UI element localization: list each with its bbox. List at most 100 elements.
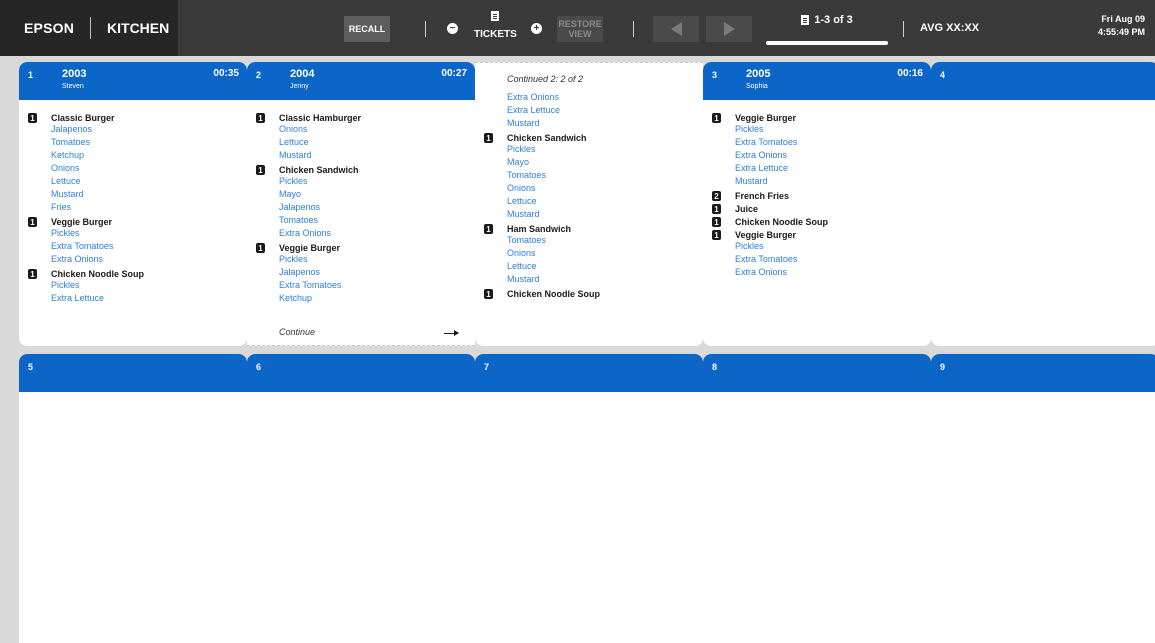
item-modifier: Pickles xyxy=(51,228,80,238)
average-time: AVG XX:XX xyxy=(920,22,980,34)
item-modifier: Pickles xyxy=(279,254,308,264)
current-date: Fri Aug 09 xyxy=(1101,14,1145,24)
item-modifier: Extra Onions xyxy=(735,267,788,277)
ticket-header: 7 xyxy=(475,354,703,392)
elapsed-time: 00:16 xyxy=(897,68,923,79)
ticket-items: 1 Classic Burger Jalapenos Tomatoes Ketchup O… xyxy=(19,100,247,305)
previous-page-button[interactable] xyxy=(653,16,699,42)
item-modifier: Mustard xyxy=(51,189,84,199)
item-modifier: Fries xyxy=(51,202,71,212)
ticket-items: Extra Onions Extra Lettuce Mustard 1 Chicken… xyxy=(475,91,703,299)
item-modifier: Tomatoes xyxy=(507,235,547,245)
order-item[interactable]: 1 Ham Sandwich xyxy=(484,224,694,234)
quantity-badge: 1 xyxy=(484,224,493,234)
order-item[interactable]: 1 Classic Hamburger xyxy=(256,113,466,123)
ticket-card-continued[interactable]: Continued 2: 2 of 2 Extra Onions Extra Le… xyxy=(475,62,703,346)
item-modifier: Extra Lettuce xyxy=(507,105,561,115)
item-modifier: Extra Lettuce xyxy=(51,293,105,303)
order-item[interactable]: 1 Chicken Sandwich xyxy=(256,165,466,175)
item-modifier: Mayo xyxy=(507,157,530,167)
recall-button[interactable]: RECALL xyxy=(344,16,390,42)
order-item[interactable]: 1 Chicken Noodle Soup xyxy=(484,289,694,299)
item-name: Chicken Noodle Soup xyxy=(51,269,145,279)
ticket-position: 7 xyxy=(484,362,490,372)
item-modifier: Pickles xyxy=(735,241,764,251)
item-modifier: Pickles xyxy=(51,280,80,290)
page-icon xyxy=(801,15,810,25)
empty-ticket-slot[interactable]: 9 xyxy=(931,354,1155,643)
ticket-card[interactable]: 3 2005 Sophia 00:16 1 Veggie Burger Pickle… xyxy=(703,62,931,346)
next-page-button[interactable] xyxy=(706,16,752,42)
continue-arrow-icon xyxy=(444,330,459,336)
order-item[interactable]: 1 Classic Burger xyxy=(28,113,238,123)
restore-view-button[interactable]: RESTORE VIEW xyxy=(557,16,603,42)
order-item[interactable]: 1 Veggie Burger xyxy=(712,230,922,240)
item-modifier: Onions xyxy=(279,124,308,134)
empty-ticket-slot[interactable]: 7 xyxy=(475,354,703,643)
brand-area: EPSON KITCHEN xyxy=(0,0,178,56)
item-modifier: Lettuce xyxy=(51,176,81,186)
quantity-badge: 1 xyxy=(484,289,493,299)
continued-label: Continued 2: 2 of 2 xyxy=(507,74,584,84)
ticket-number: 2004 xyxy=(290,68,315,80)
brand-divider xyxy=(90,17,92,39)
quantity-badge: 1 xyxy=(256,165,265,175)
item-modifier: Pickles xyxy=(507,144,536,154)
epson-logo: EPSON xyxy=(24,20,75,36)
order-item[interactable]: 1 Veggie Burger xyxy=(712,113,922,123)
decrease-tickets-icon[interactable]: − xyxy=(447,23,458,34)
quantity-badge: 1 xyxy=(712,230,721,240)
page-progress-bar xyxy=(766,41,888,45)
order-item[interactable]: 1 Veggie Burger xyxy=(256,243,466,253)
empty-ticket-slot[interactable]: 4 xyxy=(931,62,1155,346)
arrow-right-icon xyxy=(723,22,735,36)
ticket-position: 6 xyxy=(256,362,262,372)
ticket-icon xyxy=(491,11,499,21)
ticket-position: 4 xyxy=(940,70,946,80)
current-time: 4:55:49 PM xyxy=(1097,27,1145,37)
ticket-items: 1 Classic Hamburger Onions Lettuce Mustard 1 C… xyxy=(247,100,475,305)
quantity-badge: 2 xyxy=(712,191,721,201)
item-modifier: Pickles xyxy=(735,124,764,134)
increase-tickets-icon[interactable]: + xyxy=(531,23,542,34)
item-name: Juice xyxy=(735,204,759,214)
item-modifier: Extra Tomatoes xyxy=(51,241,114,251)
server-name: Steven xyxy=(62,83,84,90)
quantity-badge: 1 xyxy=(256,243,265,253)
empty-ticket-slot[interactable]: 8 xyxy=(703,354,931,643)
elapsed-time: 00:35 xyxy=(213,68,239,79)
ticket-header: 1 2003 Steven 00:35 xyxy=(19,62,247,100)
item-name: Classic Burger xyxy=(51,113,115,123)
ticket-position: 2 xyxy=(256,70,262,80)
arrow-left-icon xyxy=(670,22,682,36)
station-name: KITCHEN xyxy=(107,20,170,36)
item-name: Ham Sandwich xyxy=(507,224,572,234)
order-item[interactable]: 1 Chicken Sandwich xyxy=(484,133,694,143)
ticket-card[interactable]: 2 2004 Jenny 00:27 1 Classic Hamburger Oni… xyxy=(247,62,475,346)
toolbar-divider xyxy=(633,21,634,37)
empty-ticket-slot[interactable]: 6 xyxy=(247,354,475,643)
ticket-card[interactable]: 1 2003 Steven 00:35 1 Classic Burger Jalap… xyxy=(19,62,247,346)
clock: Fri Aug 09 4:55:49 PM xyxy=(1098,13,1145,39)
ticket-header: 4 xyxy=(931,62,1155,100)
item-modifier: Jalapenos xyxy=(279,202,321,212)
item-modifier: Mustard xyxy=(507,274,540,284)
item-modifier: Lettuce xyxy=(507,261,537,271)
order-item[interactable]: 1 Veggie Burger xyxy=(28,217,238,227)
order-item[interactable]: 1 Juice xyxy=(712,204,922,214)
ticket-header: 5 xyxy=(19,354,247,392)
ticket-header: 9 xyxy=(931,354,1155,392)
item-modifier: Extra Onions xyxy=(51,254,104,264)
item-modifier: Mustard xyxy=(507,118,540,128)
tickets-label: TICKETS xyxy=(474,29,517,40)
item-name: Veggie Burger xyxy=(51,217,113,227)
quantity-badge: 1 xyxy=(712,113,721,123)
item-modifier: Tomatoes xyxy=(507,170,547,180)
empty-ticket-slot[interactable]: 5 xyxy=(19,354,247,643)
item-modifier: Mustard xyxy=(507,209,540,219)
order-item[interactable]: 1 Chicken Noodle Soup xyxy=(28,269,238,279)
order-item[interactable]: 2 French Fries xyxy=(712,191,922,201)
order-item[interactable]: 1 Chicken Noodle Soup xyxy=(712,217,922,227)
item-modifier: Ketchup xyxy=(279,293,313,303)
item-modifier: Extra Tomatoes xyxy=(735,254,798,264)
